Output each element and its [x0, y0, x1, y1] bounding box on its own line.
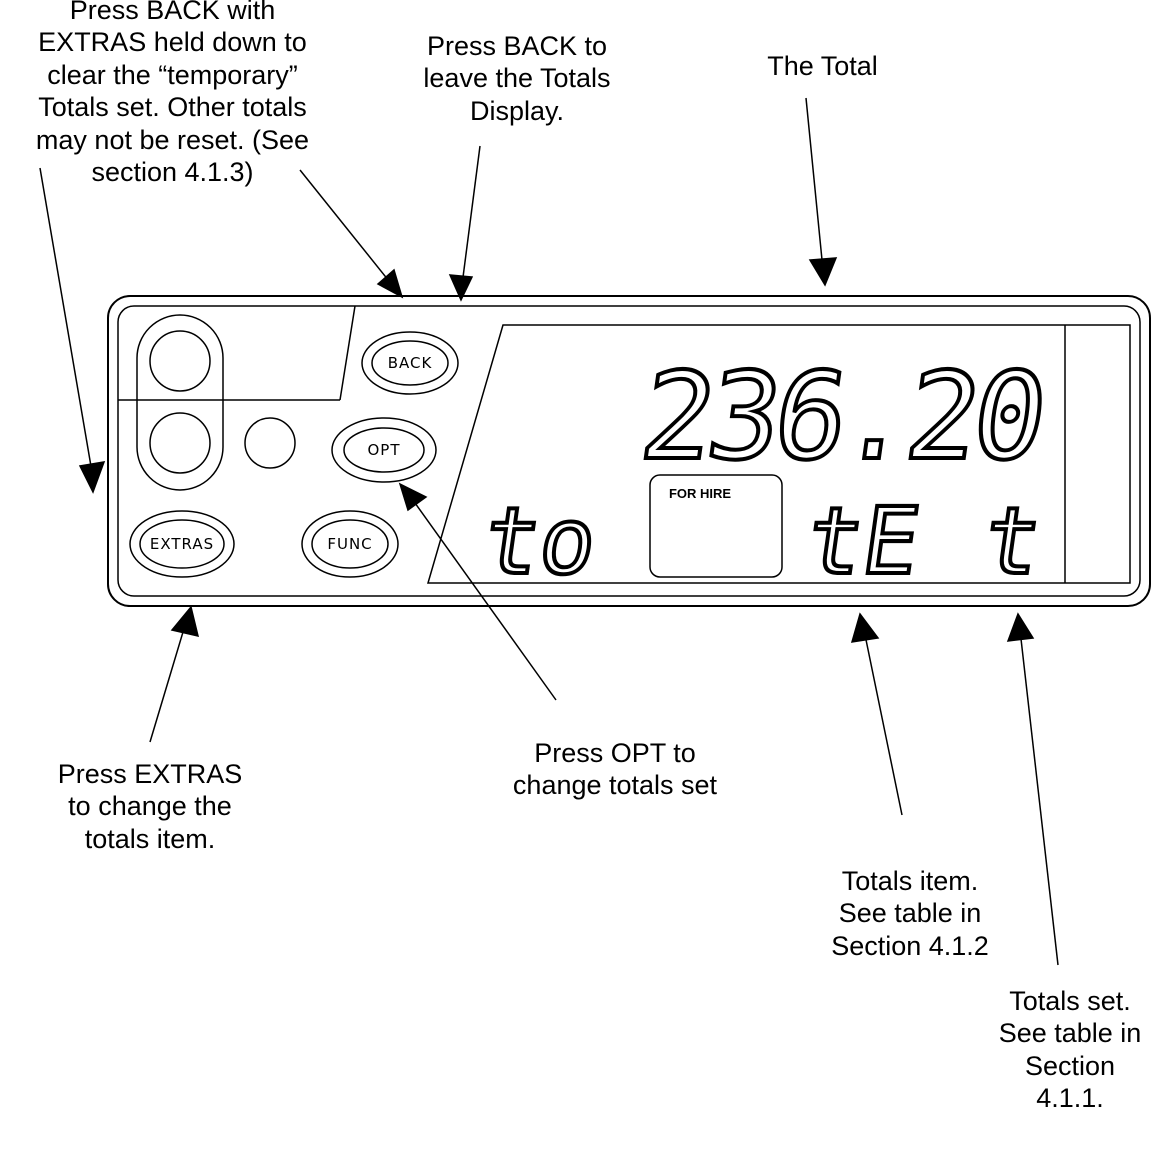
arrow-back	[461, 145, 481, 286]
display-lower-mid: tE	[800, 487, 926, 594]
func-button-label: FUNC	[327, 535, 372, 553]
arrow-total	[805, 97, 824, 271]
arrow-back-extras-back	[299, 169, 394, 287]
back-button-label: BACK	[388, 354, 433, 372]
extras-button-label: EXTRAS	[150, 535, 214, 553]
meter-diagram: BACK OPT EXTRAS FUNC 236.20 to FOR HIRE …	[39, 97, 1151, 966]
display-lower-right: t	[977, 487, 1047, 594]
round-button-middle[interactable]	[244, 417, 296, 469]
func-button[interactable]: FUNC	[301, 510, 399, 578]
for-hire-label: FOR HIRE	[669, 486, 731, 501]
round-button-top[interactable]	[149, 330, 211, 392]
total-value-display: 236.20	[633, 348, 1050, 487]
arrow-totals-set	[1019, 629, 1059, 966]
keypad-divider-slant	[339, 305, 356, 401]
opt-button-label: OPT	[367, 441, 400, 459]
arrow-opt-head	[398, 482, 428, 512]
arrow-back-extras-left	[39, 167, 94, 479]
arrow-extras-head	[170, 605, 200, 638]
opt-button[interactable]: OPT	[331, 417, 437, 483]
round-button-bottom[interactable]	[149, 412, 211, 474]
arrow-total-head	[808, 257, 838, 287]
arrow-back-extras-back-head	[376, 268, 404, 299]
extras-button[interactable]: EXTRAS	[129, 510, 235, 578]
arrow-back-extras-left-head	[78, 461, 106, 494]
arrow-totals-item-head	[850, 612, 880, 643]
arrow-totals-item	[863, 629, 903, 816]
arrow-totals-set-head	[1006, 612, 1035, 642]
back-button[interactable]: BACK	[361, 331, 459, 395]
display-lower-left: to	[477, 487, 603, 594]
arrow-extras	[149, 621, 187, 743]
